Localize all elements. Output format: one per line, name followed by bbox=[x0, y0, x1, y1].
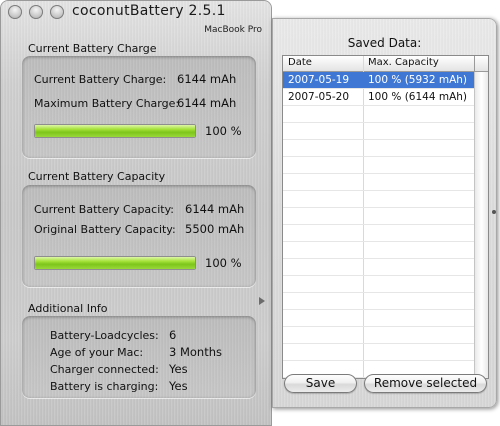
table-row[interactable] bbox=[283, 123, 474, 140]
capacity-progress-bar bbox=[34, 256, 196, 270]
mac-age-value: 3 Months bbox=[169, 345, 223, 359]
additional-info-panel: Battery-Loadcycles: 6 Age of your Mac: 3… bbox=[22, 316, 256, 398]
charge-progress-fill bbox=[35, 125, 195, 137]
capacity-percent: 100 % bbox=[205, 256, 242, 270]
current-charge-heading: Current Battery Charge bbox=[28, 42, 157, 55]
date-cell: 2007-05-20 bbox=[288, 91, 350, 103]
date-cell: 2007-05-19 bbox=[288, 74, 350, 86]
window-title: coconutBattery 2.5.1 bbox=[72, 3, 226, 19]
charger-connected-label: Charger connected: bbox=[50, 363, 159, 376]
current-charge-value: 6144 mAh bbox=[177, 72, 237, 86]
saved-data-title: Saved Data: bbox=[347, 36, 422, 50]
table-row[interactable] bbox=[283, 259, 474, 276]
table-row[interactable] bbox=[283, 225, 474, 242]
additional-info-heading: Additional Info bbox=[28, 302, 108, 315]
minimize-window-button[interactable] bbox=[29, 5, 43, 19]
table-row[interactable] bbox=[283, 208, 474, 225]
max-charge-label: Maximum Battery Charge: bbox=[34, 97, 180, 110]
drawer-toggle-triangle-icon[interactable] bbox=[259, 297, 265, 305]
column-header-date[interactable]: Date bbox=[288, 57, 312, 68]
main-window: coconutBattery 2.5.1 MacBook Pro Current… bbox=[0, 0, 272, 426]
capacity-panel: Current Battery Capacity: 6144 mAh Origi… bbox=[22, 185, 256, 287]
vertical-scrollbar[interactable] bbox=[474, 72, 488, 378]
mac-age-label: Age of your Mac: bbox=[50, 346, 144, 359]
table-row[interactable] bbox=[283, 140, 474, 157]
table-row[interactable] bbox=[283, 191, 474, 208]
capacity-cell: 100 % (5932 mAh) bbox=[368, 74, 468, 86]
charger-connected-value: Yes bbox=[169, 362, 188, 376]
table-row[interactable] bbox=[283, 293, 474, 310]
save-button[interactable]: Save bbox=[284, 374, 357, 393]
original-capacity-value: 5500 mAh bbox=[185, 222, 245, 236]
table-row[interactable] bbox=[283, 174, 474, 191]
loadcycles-label: Battery-Loadcycles: bbox=[50, 329, 159, 342]
original-capacity-label: Original Battery Capacity: bbox=[34, 223, 176, 236]
saved-data-drawer: Saved Data: Date Max. Capacity 2007-05-1… bbox=[272, 18, 497, 408]
table-row[interactable] bbox=[283, 327, 474, 344]
table-row[interactable] bbox=[283, 157, 474, 174]
mac-model-label: MacBook Pro bbox=[204, 25, 262, 35]
table-header: Date Max. Capacity bbox=[283, 56, 488, 72]
column-divider bbox=[474, 56, 475, 71]
loadcycles-value: 6 bbox=[169, 328, 177, 342]
table-row[interactable] bbox=[283, 106, 474, 123]
title-bar[interactable]: coconutBattery 2.5.1 bbox=[0, 0, 272, 26]
max-charge-value: 6144 mAh bbox=[177, 96, 237, 110]
charge-progress-bar bbox=[34, 124, 196, 138]
current-charge-panel: Current Battery Charge: 6144 mAh Maximum… bbox=[22, 56, 256, 158]
charge-percent: 100 % bbox=[205, 124, 242, 138]
table-row[interactable] bbox=[283, 344, 474, 361]
saved-data-table[interactable]: Date Max. Capacity 2007-05-19 100 % (5932… bbox=[282, 55, 489, 379]
column-header-max-capacity[interactable]: Max. Capacity bbox=[368, 57, 439, 68]
current-charge-label: Current Battery Charge: bbox=[34, 73, 167, 86]
capacity-cell: 100 % (6144 mAh) bbox=[368, 91, 468, 103]
table-row[interactable] bbox=[283, 310, 474, 327]
table-row[interactable]: 2007-05-20 100 % (6144 mAh) bbox=[283, 89, 474, 106]
current-capacity-value: 6144 mAh bbox=[185, 202, 245, 216]
drawer-resize-handle[interactable] bbox=[492, 210, 496, 214]
table-row[interactable] bbox=[283, 242, 474, 259]
capacity-heading: Current Battery Capacity bbox=[28, 170, 166, 183]
capacity-progress-fill bbox=[35, 257, 195, 269]
current-capacity-label: Current Battery Capacity: bbox=[34, 203, 174, 216]
zoom-window-button[interactable] bbox=[50, 5, 64, 19]
charging-value: Yes bbox=[169, 379, 188, 393]
close-window-button[interactable] bbox=[8, 5, 22, 19]
table-row[interactable]: 2007-05-19 100 % (5932 mAh) bbox=[283, 72, 474, 89]
remove-selected-button[interactable]: Remove selected bbox=[364, 374, 487, 393]
charging-label: Battery is charging: bbox=[50, 380, 159, 393]
table-row[interactable] bbox=[283, 276, 474, 293]
